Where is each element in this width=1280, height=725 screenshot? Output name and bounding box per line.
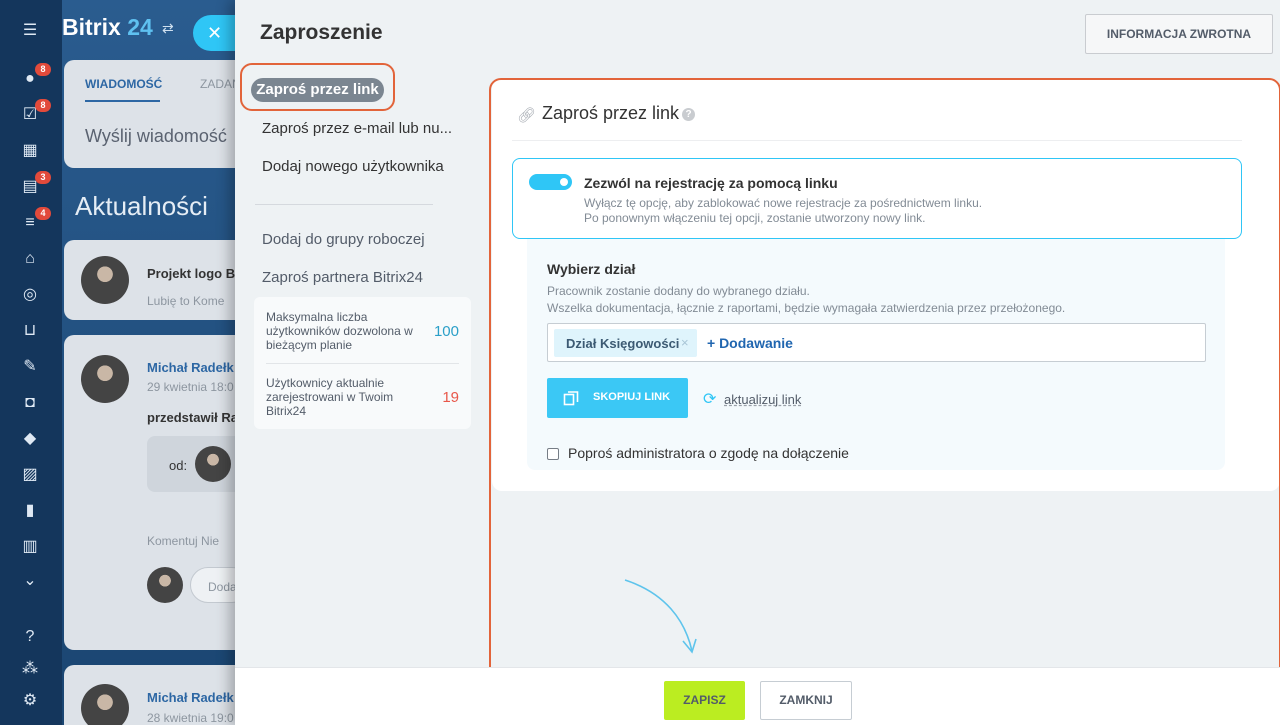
comment-placeholder: Doda (208, 580, 237, 594)
feed-badge: 8 (35, 63, 51, 76)
robot-icon[interactable]: ◘ (19, 392, 41, 414)
target-icon[interactable]: ◎ (19, 284, 41, 306)
post-title[interactable]: Projekt logo B (147, 266, 235, 281)
tasks-badge: 8 (35, 99, 51, 112)
stat-current-users-label: Użytkownicy aktualnie zarejestrowani w T… (266, 376, 394, 418)
post-date: 29 kwietnia 18:0 (147, 380, 234, 394)
post-actions[interactable]: Komentuj Nie (147, 534, 219, 548)
tab-message[interactable]: WIADOMOŚĆ (85, 77, 162, 91)
settings-icon[interactable]: ⚙ (19, 690, 41, 712)
avatar (195, 446, 231, 482)
left-menu: ☰ ● 8 ☑ 8 ▦ ▤ 3 ≡ 4 ⌂ ◎ ⊔ ✎ ◘ ◆ ▨ ▮ ▥ ⌄ … (0, 0, 62, 725)
highlight-frame (240, 63, 395, 111)
hint-arrow-icon (624, 579, 697, 654)
news-title: Aktualności (75, 191, 208, 221)
close-icon: ✕ (207, 23, 223, 43)
cart-icon[interactable]: ⊔ (19, 320, 41, 342)
help-icon[interactable]: ? (19, 626, 41, 648)
box-icon[interactable]: ◆ (19, 428, 41, 450)
post-meta[interactable]: Lubię to Kome (147, 294, 224, 308)
post-date: 28 kwietnia 19:0 (147, 711, 234, 725)
filter-badge: 4 (35, 207, 51, 220)
stat-max-users-label: Maksymalna liczba użytkowników dozwolona… (266, 310, 413, 352)
nav-divider (255, 204, 433, 205)
avatar (81, 355, 129, 403)
edit-doc-icon[interactable]: ▨ (19, 464, 41, 486)
feedback-button[interactable]: INFORMACJA ZWROTNA (1085, 14, 1273, 54)
calendar-icon[interactable]: ▦ (19, 140, 41, 162)
stat-max-users-value: 100 (433, 323, 459, 340)
post-author[interactable]: Michał Radełk (147, 690, 234, 705)
close-button[interactable]: ZAMKNIJ (760, 681, 852, 720)
sign-icon[interactable]: ✎ (19, 356, 41, 378)
invite-slider: Zaproszenie INFORMACJA ZWROTNA Zaproś pr… (235, 0, 1280, 725)
tune-icon[interactable]: ⇄ (162, 20, 174, 37)
stat-current-users-value: 19 (442, 389, 459, 406)
stats-divider (266, 363, 459, 364)
slider-title: Zaproszenie (260, 21, 383, 44)
nav-add-new-user[interactable]: Dodaj nowego użytkownika (262, 158, 444, 175)
nav-invite-by-email[interactable]: Zaproś przez e-mail lub nu... (262, 120, 452, 137)
structure-icon[interactable]: ⁂ (19, 658, 41, 680)
tab-underline (85, 100, 160, 102)
slider-footer: ZAPISZ ZAMKNIJ (235, 667, 1280, 725)
menu-burger-icon[interactable]: ☰ (19, 20, 41, 42)
save-button[interactable]: ZAPISZ (664, 681, 745, 720)
checklist-icon[interactable]: ▥ (19, 536, 41, 558)
user-stats: Maksymalna liczba użytkowników dozwolona… (254, 297, 471, 429)
nav-add-to-workgroup[interactable]: Dodaj do grupy roboczej (262, 231, 425, 248)
post-text: przedstawił Rap (147, 410, 246, 425)
post-author[interactable]: Michał Radełk (147, 360, 234, 375)
more-icon[interactable]: ⌄ (19, 570, 41, 592)
bank-icon[interactable]: ⌂ (19, 248, 41, 270)
highlight-frame (489, 78, 1280, 721)
avatar (147, 567, 183, 603)
chart-icon[interactable]: ▮ (19, 500, 41, 522)
od-label: od: (169, 458, 188, 473)
bitrix-logo: Bitrix 24 (62, 14, 153, 40)
send-message-input[interactable]: Wyślij wiadomość (85, 126, 227, 147)
contact-badge: 3 (35, 171, 51, 184)
nav-invite-partner[interactable]: Zaproś partnera Bitrix24 (262, 269, 423, 286)
avatar (81, 684, 129, 725)
avatar (81, 256, 129, 304)
